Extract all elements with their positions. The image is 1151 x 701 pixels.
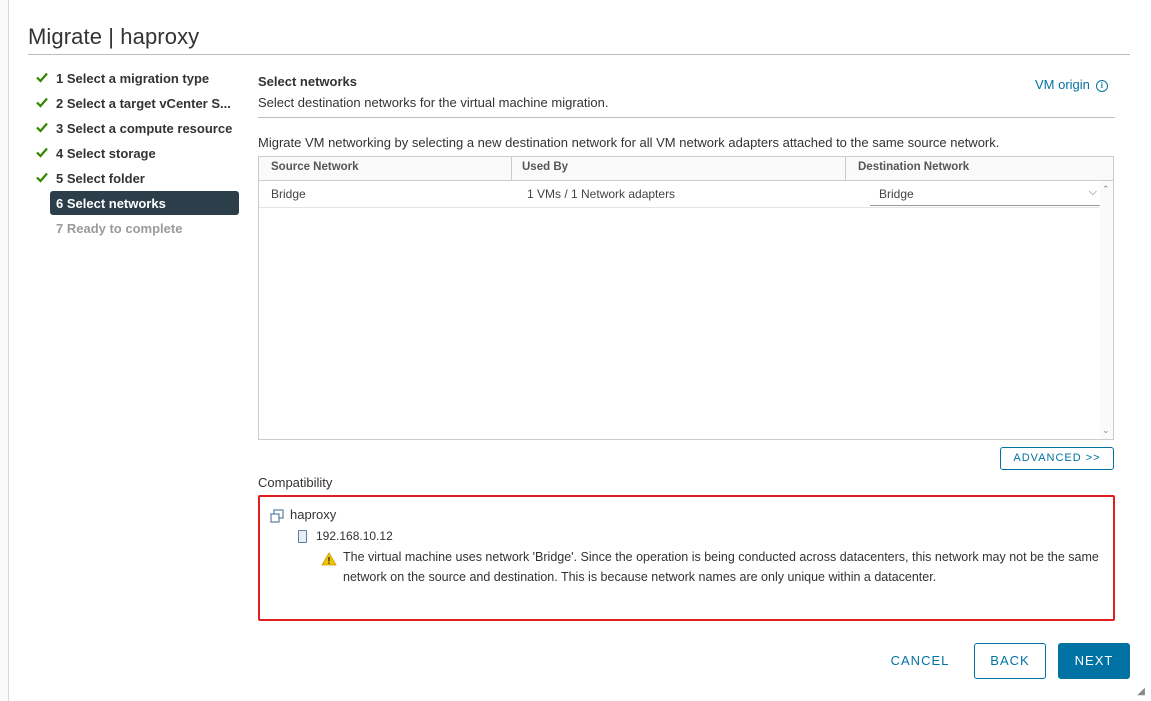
next-button[interactable]: NEXT bbox=[1058, 643, 1130, 679]
step-label: 3 Select a compute resource bbox=[56, 121, 233, 136]
section-description: Migrate VM networking by selecting a new… bbox=[258, 135, 1000, 150]
compatibility-message: The virtual machine uses network 'Bridge… bbox=[343, 550, 1099, 584]
grid-header: Source Network Used By Destination Netwo… bbox=[259, 157, 1113, 181]
host-address: 192.168.10.12 bbox=[316, 529, 393, 543]
step-label: 7 Ready to complete bbox=[56, 221, 183, 236]
step-label: 4 Select storage bbox=[56, 146, 156, 161]
table-row[interactable]: Bridge 1 VMs / 1 Network adapters Bridge… bbox=[259, 181, 1101, 208]
compatibility-panel: haproxy 192.168.10.12 The virtual machin… bbox=[258, 495, 1115, 621]
advanced-button[interactable]: ADVANCED >> bbox=[1000, 447, 1114, 470]
step-1[interactable]: 1 Select a migration type bbox=[31, 66, 241, 91]
vm-origin-link[interactable]: VM origin i bbox=[1035, 77, 1108, 92]
column-header-used-by[interactable]: Used By bbox=[522, 161, 568, 173]
wizard-steps: 1 Select a migration type 2 Select a tar… bbox=[31, 66, 241, 241]
destination-network-value: Bridge bbox=[879, 187, 914, 201]
section-title: Select networks bbox=[258, 74, 357, 89]
step-7: 7 Ready to complete bbox=[31, 216, 241, 241]
destination-network-select[interactable]: Bridge ⌵ bbox=[870, 182, 1101, 206]
back-button[interactable]: BACK bbox=[974, 643, 1046, 679]
resize-handle-icon[interactable]: ◢ bbox=[1137, 686, 1145, 697]
step-6-active[interactable]: 6 Select networks bbox=[31, 191, 241, 216]
dialog-title: Migrate | haproxy bbox=[28, 24, 200, 49]
host-icon bbox=[298, 530, 307, 544]
step-label: 1 Select a migration type bbox=[56, 71, 210, 86]
migrate-dialog: Migrate | haproxy 1 Select a migration t… bbox=[8, 0, 1151, 701]
title-divider bbox=[28, 54, 1130, 55]
vm-origin-label: VM origin bbox=[1035, 77, 1090, 92]
step-label: 2 Select a target vCenter S... bbox=[56, 96, 231, 111]
check-icon bbox=[36, 122, 48, 133]
info-icon: i bbox=[1095, 79, 1108, 92]
check-icon bbox=[36, 97, 48, 108]
network-grid: Source Network Used By Destination Netwo… bbox=[258, 156, 1114, 440]
vm-icon bbox=[270, 508, 284, 523]
cancel-button[interactable]: CANCEL bbox=[875, 643, 965, 679]
step-label: 6 Select networks bbox=[56, 196, 166, 211]
check-icon bbox=[36, 172, 48, 183]
step-2[interactable]: 2 Select a target vCenter S... bbox=[31, 91, 241, 116]
column-header-source[interactable]: Source Network bbox=[271, 161, 359, 173]
compatibility-vm: haproxy bbox=[270, 507, 336, 523]
column-separator[interactable] bbox=[511, 157, 512, 180]
compatibility-label: Compatibility bbox=[258, 475, 333, 490]
cell-source: Bridge bbox=[271, 187, 306, 201]
chevron-down-icon: ⌵ bbox=[1088, 186, 1097, 198]
step-label: 5 Select folder bbox=[56, 171, 145, 186]
step-4[interactable]: 4 Select storage bbox=[31, 141, 241, 166]
scroll-up-icon[interactable]: ⌃ bbox=[1102, 184, 1110, 195]
section-divider bbox=[258, 117, 1115, 118]
compatibility-host: 192.168.10.12 bbox=[298, 529, 393, 544]
background-window-edge bbox=[0, 0, 8, 701]
grid-scrollbar[interactable]: ⌃ ⌄ bbox=[1100, 181, 1113, 439]
step-5[interactable]: 5 Select folder bbox=[31, 166, 241, 191]
check-icon bbox=[36, 72, 48, 83]
vm-name: haproxy bbox=[290, 507, 337, 522]
column-separator[interactable] bbox=[845, 157, 846, 180]
check-icon bbox=[36, 147, 48, 158]
cell-used-by: 1 VMs / 1 Network adapters bbox=[527, 187, 676, 201]
step-3[interactable]: 3 Select a compute resource bbox=[31, 116, 241, 141]
section-subtitle: Select destination networks for the virt… bbox=[258, 95, 609, 110]
warning-icon bbox=[321, 552, 337, 566]
column-header-destination[interactable]: Destination Network bbox=[858, 161, 969, 173]
scroll-down-icon[interactable]: ⌄ bbox=[1102, 425, 1110, 436]
